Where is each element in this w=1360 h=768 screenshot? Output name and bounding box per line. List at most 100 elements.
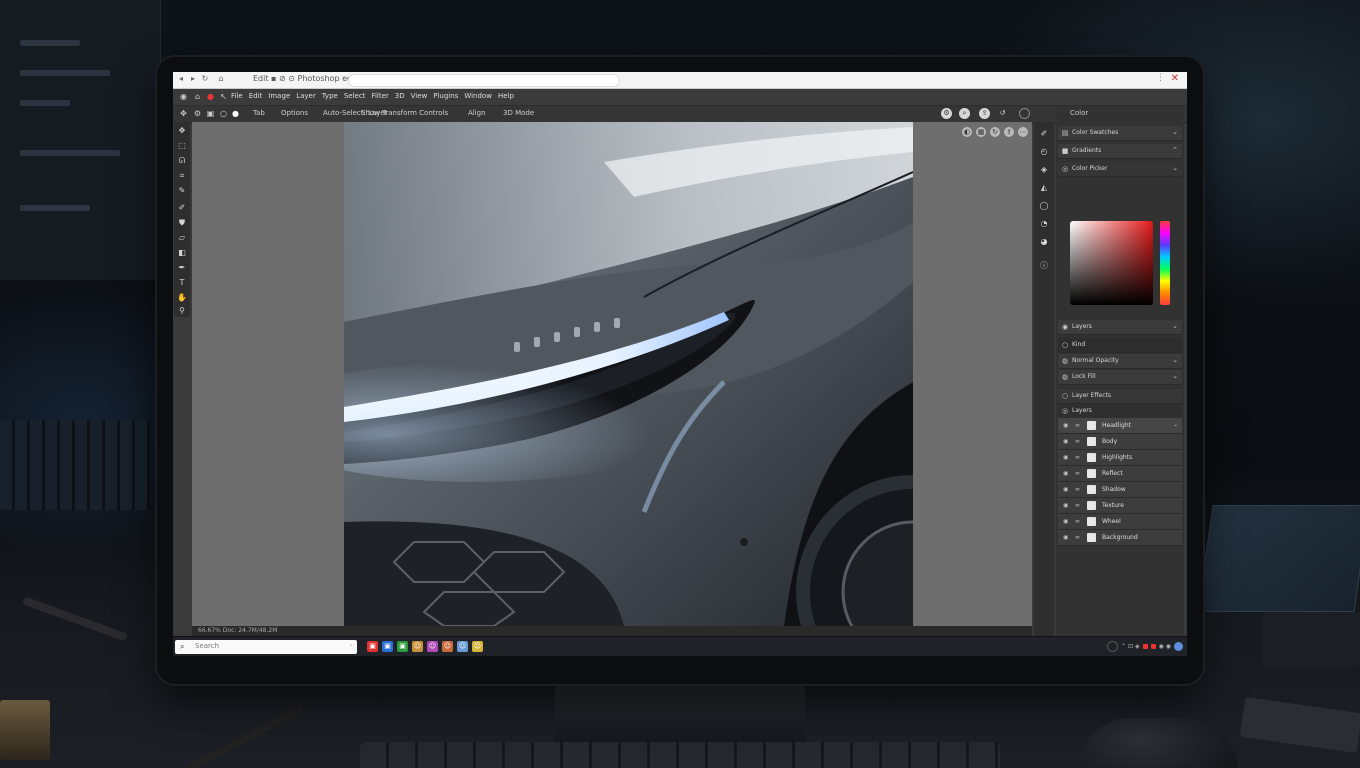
lock-fill-row[interactable]: ◍ Lock Fill ⌄: [1058, 370, 1182, 385]
layer-row[interactable]: ◉ ∞ Reflect: [1058, 466, 1182, 482]
align-label[interactable]: Align: [468, 109, 486, 117]
properties-icon[interactable]: ◈: [1038, 164, 1050, 176]
tool-label[interactable]: Tab: [253, 109, 265, 117]
app-logo-icon[interactable]: ◉: [179, 92, 188, 101]
adjustments-icon[interactable]: ◭: [1038, 182, 1050, 194]
mode-3d[interactable]: 3D Mode: [503, 109, 534, 117]
layer-row[interactable]: ◉ ∞ Headlight ⌄: [1058, 418, 1182, 434]
swatch-icon[interactable]: ▣: [206, 109, 215, 118]
link-icon[interactable]: ∞: [1075, 438, 1082, 445]
arrow-icon[interactable]: ↖: [219, 92, 228, 101]
menu-help[interactable]: Help: [498, 92, 514, 100]
back-icon[interactable]: ◂: [177, 75, 185, 83]
chevron-down-icon[interactable]: ⌄: [1172, 164, 1178, 172]
hand-icon[interactable]: ✋: [176, 292, 188, 304]
color-field[interactable]: [1070, 221, 1153, 305]
menu-select[interactable]: Select: [344, 92, 366, 100]
channels-icon[interactable]: ◔: [1038, 218, 1050, 230]
chevron-down-icon[interactable]: ⌄: [1172, 356, 1178, 364]
gradients-row[interactable]: ■ Gradients ⌃: [1058, 144, 1182, 159]
address-bar[interactable]: [348, 74, 620, 87]
more-icon[interactable]: ⋯: [1018, 127, 1028, 137]
link-icon[interactable]: ∞: [1075, 518, 1082, 525]
menu-image[interactable]: Image: [268, 92, 290, 100]
menu-plugins[interactable]: Plugins: [433, 92, 458, 100]
brush-icon[interactable]: ✐: [176, 202, 188, 214]
avatar[interactable]: [1174, 642, 1183, 651]
eye-icon[interactable]: ◉: [1063, 422, 1070, 429]
type-icon[interactable]: T: [176, 277, 188, 289]
link-icon[interactable]: ∞: [1075, 422, 1082, 429]
undo-icon[interactable]: ↺: [997, 108, 1008, 119]
layer-row[interactable]: ◉ ∞ Body: [1058, 434, 1182, 450]
layer-row[interactable]: ◉ ∞ Highlights: [1058, 450, 1182, 466]
grid-icon[interactable]: ▦: [976, 127, 986, 137]
menu-filter[interactable]: Filter: [371, 92, 388, 100]
zoom-icon[interactable]: ⚲: [176, 305, 188, 317]
color-picker-row[interactable]: ◎ Color Picker ⌄: [1058, 162, 1182, 177]
search-input[interactable]: ⌕ Search ◦: [175, 640, 357, 654]
mode-label[interactable]: Options: [281, 109, 308, 117]
move-tool-icon[interactable]: ✥: [179, 109, 188, 118]
color-swatches-row[interactable]: ▤ Color Swatches ⌄: [1058, 126, 1182, 141]
layer-row[interactable]: ◉ ∞ Texture: [1058, 498, 1182, 514]
layer-effects-row[interactable]: ○ Layer Effects: [1058, 389, 1182, 404]
chevron-down-icon[interactable]: ⌄: [1172, 128, 1178, 136]
app-icon-blue[interactable]: ▣: [382, 641, 393, 652]
layers-filter-row[interactable]: ○ Kind: [1058, 338, 1182, 353]
link-icon[interactable]: ∞: [1075, 502, 1082, 509]
gear-icon[interactable]: ⚙: [193, 109, 202, 118]
eye-icon[interactable]: ◉: [1063, 502, 1070, 509]
layer-row[interactable]: ◉ ∞ Background: [1058, 530, 1182, 546]
close-icon[interactable]: ✕: [1171, 73, 1179, 84]
eye-icon[interactable]: ◉: [1063, 438, 1070, 445]
app-icon-amber[interactable]: ☺: [442, 641, 453, 652]
link-icon[interactable]: ∞: [1075, 534, 1082, 541]
paths-icon[interactable]: ◯: [1038, 200, 1050, 212]
layer-row[interactable]: ◉ ∞ Shadow: [1058, 482, 1182, 498]
search-icon[interactable]: ⌕: [959, 108, 970, 119]
link-icon[interactable]: ∞: [1075, 454, 1082, 461]
menu-type[interactable]: Type: [322, 92, 338, 100]
chevron-down-icon[interactable]: ⌄: [1172, 322, 1178, 330]
app-icon-purple[interactable]: ☺: [427, 641, 438, 652]
app-icon-red[interactable]: ▣: [367, 641, 378, 652]
share-icon[interactable]: ⇪: [1004, 127, 1014, 137]
move-icon[interactable]: ✥: [176, 125, 188, 137]
canvas-area[interactable]: ◐ ▦ ↻ ⇪ ⋯: [192, 122, 1032, 626]
menu-view[interactable]: View: [411, 92, 428, 100]
view-icon[interactable]: ◐: [962, 127, 972, 137]
forward-icon[interactable]: ▸: [189, 75, 197, 83]
app-icon-green[interactable]: ▣: [397, 641, 408, 652]
app-icon-orange[interactable]: ☺: [412, 641, 423, 652]
rotate-icon[interactable]: ↻: [990, 127, 1000, 137]
lasso-icon[interactable]: ᘏ: [176, 155, 188, 167]
chevron-down-icon[interactable]: ⌄: [1172, 372, 1178, 380]
layer-row[interactable]: ◉ ∞ Wheel: [1058, 514, 1182, 530]
menu-3d[interactable]: 3D: [395, 92, 405, 100]
eye-icon[interactable]: ◉: [1063, 486, 1070, 493]
eye-icon[interactable]: ◉: [1063, 534, 1070, 541]
home-icon[interactable]: ⌂: [217, 75, 225, 83]
eye-icon[interactable]: ◉: [1063, 454, 1070, 461]
eraser-icon[interactable]: ▱: [176, 232, 188, 244]
transform-controls[interactable]: Show Transform Controls: [361, 109, 448, 117]
browser-menu-icon[interactable]: ⋮: [1156, 73, 1165, 83]
settings-icon[interactable]: ⚙: [941, 108, 952, 119]
document-car-image[interactable]: [344, 122, 913, 626]
home-icon[interactable]: ⌂: [193, 92, 202, 101]
info-icon[interactable]: ⓘ: [1038, 260, 1050, 272]
menu-edit[interactable]: Edit: [249, 92, 263, 100]
link-icon[interactable]: ∞: [1075, 486, 1082, 493]
crop-icon[interactable]: ⌗: [176, 170, 188, 182]
app-icon-yellow[interactable]: ☺: [472, 641, 483, 652]
menu-layer[interactable]: Layer: [296, 92, 316, 100]
profile-icon[interactable]: [1019, 108, 1030, 119]
app-icon-lightblue[interactable]: ☺: [457, 641, 468, 652]
dot-icon[interactable]: ●: [231, 109, 240, 118]
blend-mode-row[interactable]: ◍ Normal Opacity ⌄: [1058, 354, 1182, 369]
history-icon[interactable]: ◴: [1038, 146, 1050, 158]
layers-panel-header[interactable]: ◉ Layers ⌄: [1058, 320, 1182, 335]
brush-settings-icon[interactable]: ✐: [1038, 128, 1050, 140]
record-icon[interactable]: ●: [206, 92, 215, 101]
